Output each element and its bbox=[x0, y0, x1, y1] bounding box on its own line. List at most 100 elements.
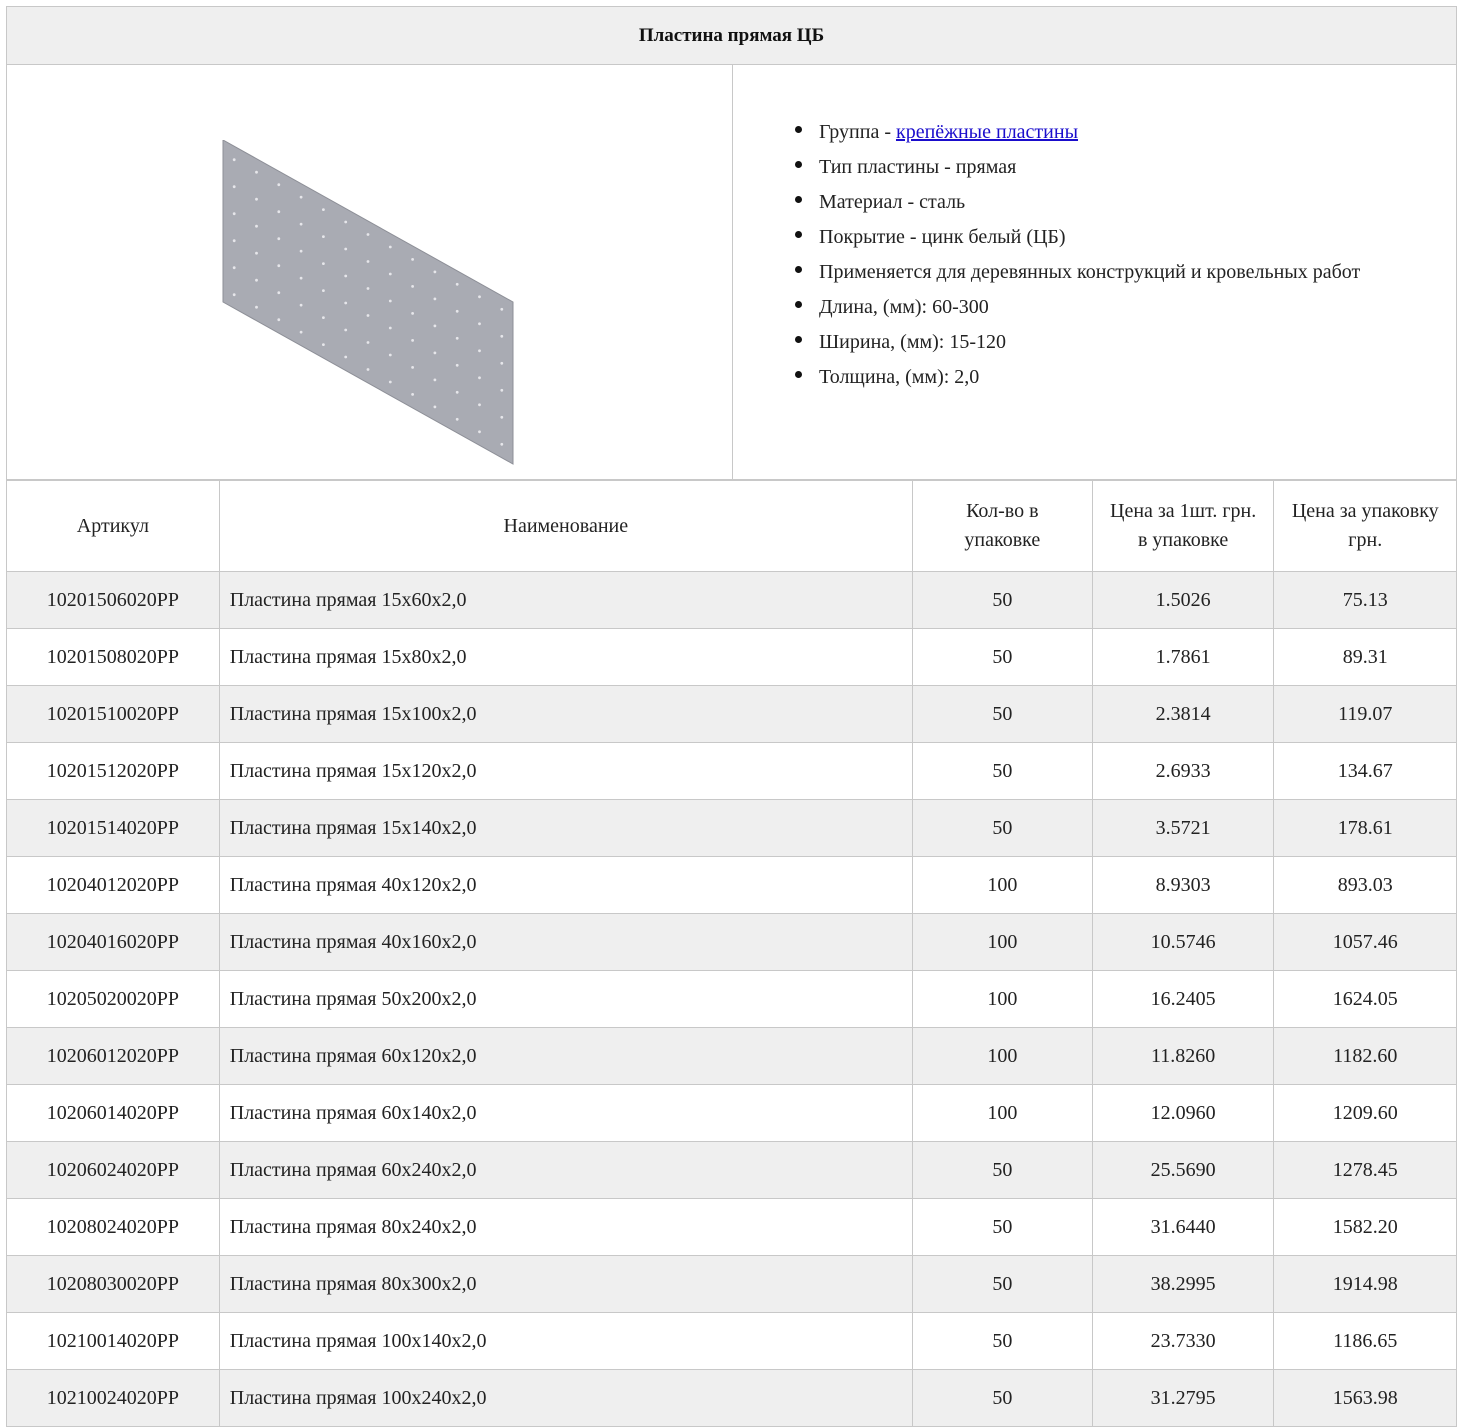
header-unit-price: Цена за 1шт. грн. в упаковке bbox=[1091, 480, 1275, 572]
table-row: 10206014020PP Пластина прямая 60x140x2,0 1… bbox=[6, 1084, 1457, 1142]
plate-hole bbox=[455, 417, 459, 421]
plate-hole bbox=[455, 282, 459, 286]
spec-item: Ширина, (мм): 15-120 bbox=[789, 325, 1426, 360]
cell-pack-price: 1278.45 bbox=[1273, 1141, 1457, 1199]
plate-hole bbox=[299, 222, 303, 226]
plate-top-face bbox=[222, 140, 514, 465]
cell-unit-price: 11.8260 bbox=[1091, 1027, 1275, 1085]
plate-hole bbox=[411, 285, 414, 288]
table-row: 10205020020PP Пластина прямая 50x200x2,0 1… bbox=[6, 970, 1457, 1028]
cell-name: Пластина прямая 60x120x2,0 bbox=[218, 1027, 913, 1085]
product-card: Пластина прямая ЦБ Группа - крепёжные пл… bbox=[6, 6, 1457, 1427]
cell-pack-price: 1182.60 bbox=[1273, 1027, 1457, 1085]
header-pack-price-text: Цена за упаковку грн. bbox=[1291, 500, 1439, 551]
plate-hole bbox=[388, 299, 392, 303]
plate-hole bbox=[232, 158, 236, 162]
plate-hole bbox=[411, 366, 414, 369]
plate-hole bbox=[500, 307, 504, 311]
spec-item: Применяется для деревянных конструкций и… bbox=[789, 255, 1426, 290]
plate-hole bbox=[500, 442, 504, 446]
plate-hole bbox=[232, 293, 236, 297]
cell-name: Пластина прямая 15x60x2,0 bbox=[218, 571, 913, 629]
spec-item-group: Группа - крепёжные пластины bbox=[789, 115, 1426, 150]
plate-hole bbox=[344, 355, 348, 359]
table-row: 10210014020PP Пластина прямая 100x140x2,0… bbox=[6, 1312, 1457, 1370]
cell-sku: 10201512020PP bbox=[6, 742, 220, 800]
cell-sku: 10205020020PP bbox=[6, 970, 220, 1028]
plate-hole bbox=[255, 197, 258, 201]
plate-hole bbox=[455, 336, 459, 340]
table-row: 10201508020PP Пластина прямая 15x80x2,0 50… bbox=[6, 628, 1457, 686]
cell-sku: 10210024020PP bbox=[6, 1369, 220, 1427]
plate-hole bbox=[500, 361, 504, 365]
header-qty-text: Кол-во в упаковке bbox=[964, 500, 1041, 551]
plate-hole bbox=[277, 183, 281, 187]
plate-hole bbox=[344, 220, 348, 224]
plate-hole bbox=[344, 328, 348, 332]
plate-hole bbox=[299, 249, 303, 253]
plate-hole bbox=[388, 380, 392, 384]
plate-hole bbox=[322, 262, 325, 265]
cell-sku: 10204012020PP bbox=[6, 856, 220, 914]
plate-hole bbox=[411, 393, 414, 396]
plate-hole bbox=[322, 316, 325, 319]
plate-hole bbox=[255, 224, 258, 228]
table-row: 10201514020PP Пластина прямая 15x140x2,0 5… bbox=[6, 799, 1457, 857]
plate-hole bbox=[411, 339, 414, 342]
cell-unit-price: 12.0960 bbox=[1091, 1084, 1275, 1142]
plate-hole bbox=[478, 322, 481, 326]
products-table: Артикул Наименование Кол-во в упаковке Ц… bbox=[6, 480, 1457, 1427]
plate-hole bbox=[366, 287, 370, 290]
plate-hole bbox=[366, 314, 370, 317]
cell-unit-price: 1.5026 bbox=[1091, 571, 1275, 629]
plate-hole bbox=[322, 208, 325, 211]
plate-hole bbox=[255, 251, 258, 255]
plate-hole bbox=[322, 343, 325, 346]
plate-hole bbox=[277, 210, 281, 214]
plate-hole bbox=[478, 430, 481, 434]
spec-item: Тип пластины - прямая bbox=[789, 150, 1426, 185]
cell-qty: 50 bbox=[911, 742, 1093, 800]
header-unit-price-text: Цена за 1шт. грн. в упаковке bbox=[1110, 500, 1257, 551]
cell-pack-price: 1582.20 bbox=[1273, 1198, 1457, 1256]
table-row: 10206024020PP Пластина прямая 60x240x2,0 5… bbox=[6, 1141, 1457, 1199]
cell-unit-price: 3.5721 bbox=[1091, 799, 1275, 857]
group-link[interactable]: крепёжные пластины bbox=[896, 121, 1078, 143]
plate-hole bbox=[322, 289, 325, 292]
cell-qty: 100 bbox=[911, 913, 1093, 971]
spec-item: Длина, (мм): 60-300 bbox=[789, 290, 1426, 325]
plate-hole bbox=[388, 353, 392, 357]
plate-hole bbox=[232, 212, 236, 216]
cell-unit-price: 25.5690 bbox=[1091, 1141, 1275, 1199]
plate-hole bbox=[433, 351, 437, 355]
cell-sku: 10201514020PP bbox=[6, 799, 220, 857]
table-row: 10201506020PP Пластина прямая 15x60x2,0 50… bbox=[6, 571, 1457, 629]
cell-qty: 50 bbox=[911, 685, 1093, 743]
cell-unit-price: 23.7330 bbox=[1091, 1312, 1275, 1370]
cell-unit-price: 2.6933 bbox=[1091, 742, 1275, 800]
plate-hole bbox=[366, 233, 370, 236]
cell-qty: 50 bbox=[911, 1198, 1093, 1256]
spec-item: Материал - сталь bbox=[789, 185, 1426, 220]
plate-hole bbox=[366, 368, 370, 371]
plate-hole bbox=[455, 363, 459, 367]
table-row: 10208024020PP Пластина прямая 80x240x2,0 5… bbox=[6, 1198, 1457, 1256]
cell-name: Пластина прямая 15x120x2,0 bbox=[218, 742, 913, 800]
spec-cell: Группа - крепёжные пластины Тип пластины… bbox=[733, 65, 1456, 479]
cell-pack-price: 1186.65 bbox=[1273, 1312, 1457, 1370]
plate-hole bbox=[232, 266, 236, 270]
cell-name: Пластина прямая 100x140x2,0 bbox=[218, 1312, 913, 1370]
plate-hole bbox=[388, 272, 392, 276]
plate-hole bbox=[433, 405, 437, 409]
cell-unit-price: 2.3814 bbox=[1091, 685, 1275, 743]
cell-unit-price: 8.9303 bbox=[1091, 856, 1275, 914]
plate-hole bbox=[255, 170, 258, 174]
cell-qty: 100 bbox=[911, 856, 1093, 914]
cell-qty: 50 bbox=[911, 1369, 1093, 1427]
plate-hole bbox=[411, 258, 414, 261]
plate-hole bbox=[500, 388, 504, 392]
table-row: 10204016020PP Пластина прямая 40x160x2,0 1… bbox=[6, 913, 1457, 971]
page-title: Пластина прямая ЦБ bbox=[7, 7, 1456, 65]
cell-pack-price: 89.31 bbox=[1273, 628, 1457, 686]
plate-hole bbox=[277, 318, 281, 322]
